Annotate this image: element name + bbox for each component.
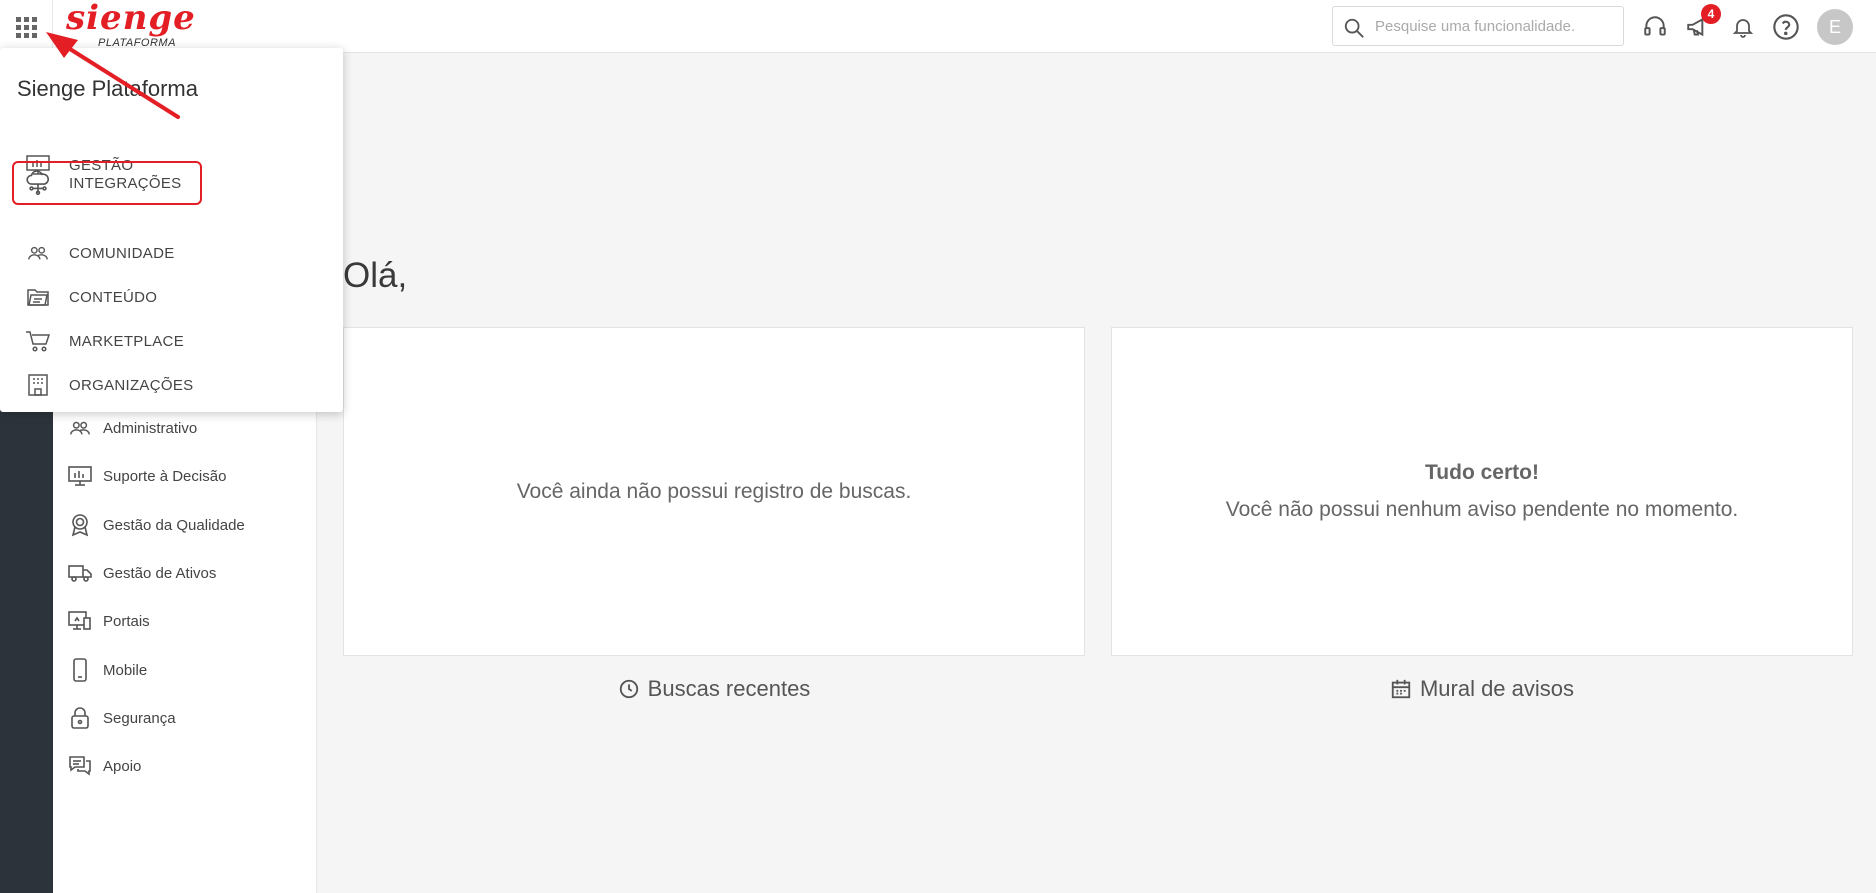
headset-icon[interactable] xyxy=(1640,12,1670,42)
sienge-logo[interactable]: sienge PLATAFORMA xyxy=(66,0,195,50)
menu-item-organizacoes[interactable]: ORGANIZAÇÕES xyxy=(14,363,204,407)
sidebar-item-administrativo[interactable]: Administrativo xyxy=(67,408,307,448)
logo-divider xyxy=(52,0,53,53)
search-input[interactable] xyxy=(1375,13,1615,39)
award-icon xyxy=(67,512,93,538)
user-avatar[interactable]: E xyxy=(1817,9,1853,45)
app-menu-popup: Sienge Plataforma GESTÃO INTEGRAÇÕES COM… xyxy=(0,48,343,412)
sidebar-item-label: Gestão de Ativos xyxy=(103,564,217,582)
menu-item-comunidade[interactable]: COMUNIDADE xyxy=(14,231,204,275)
sidebar-item-mobile[interactable]: Mobile xyxy=(67,650,307,690)
menu-item-label: MARKETPLACE xyxy=(69,332,184,350)
menu-item-label: INTEGRAÇÕES xyxy=(69,174,182,192)
sidebar-item-label: Segurança xyxy=(103,709,176,727)
recent-searches-card: Você ainda não possui registro de buscas… xyxy=(343,327,1085,656)
recent-searches-link[interactable]: Buscas recentes xyxy=(343,676,1085,702)
users-icon xyxy=(24,239,52,267)
notices-text: Você não possui nenhum aviso pendente no… xyxy=(1225,498,1739,521)
sidebar-item-label: Apoio xyxy=(103,757,142,775)
menu-item-marketplace[interactable]: MARKETPLACE xyxy=(14,319,204,363)
lock-icon xyxy=(67,705,93,731)
sidebar-item-label: Mobile xyxy=(103,661,148,679)
menu-item-label: CONTEÚDO xyxy=(69,288,158,306)
menu-item-label: ORGANIZAÇÕES xyxy=(69,376,194,394)
sidebar-item-seguranca[interactable]: Segurança xyxy=(67,698,307,738)
menu-item-conteudo[interactable]: CONTEÚDO xyxy=(14,275,204,319)
notices-link[interactable]: Mural de avisos xyxy=(1111,676,1853,702)
search-box[interactable] xyxy=(1332,6,1624,46)
sidebar-item-suporte-decisao[interactable]: Suporte à Decisão xyxy=(67,456,307,496)
recent-searches-label: Buscas recentes xyxy=(647,676,811,701)
top-bar: sienge PLATAFORMA 4 E xyxy=(0,0,1876,53)
mobile-icon xyxy=(67,657,93,683)
sidebar-item-label: Suporte à Decisão xyxy=(103,467,227,485)
sidebar-item-gestao-ativos[interactable]: Gestão de Ativos xyxy=(67,553,307,593)
users-icon xyxy=(67,415,93,441)
notices-card: Tudo certo! Você não possui nenhum aviso… xyxy=(1111,327,1853,656)
portal-icon xyxy=(67,608,93,634)
sidebar-item-portais[interactable]: Portais xyxy=(67,601,307,641)
cart-icon xyxy=(24,327,52,355)
calendar-icon xyxy=(1391,679,1411,699)
sidebar-item-label: Gestão da Qualidade xyxy=(103,516,245,534)
menu-item-integracoes[interactable]: INTEGRAÇÕES xyxy=(12,161,202,205)
app-menu-title: Sienge Plataforma xyxy=(17,76,198,101)
cloud-network-icon xyxy=(24,169,52,197)
folder-icon xyxy=(24,283,52,311)
notification-badge: 4 xyxy=(1701,4,1721,24)
sidebar-item-label: Portais xyxy=(103,612,150,630)
chat-icon xyxy=(67,753,93,779)
monitor-chart-icon xyxy=(67,463,93,489)
truck-icon xyxy=(67,560,93,586)
clock-icon xyxy=(619,679,638,699)
notices-label: Mural de avisos xyxy=(1419,676,1575,701)
sidebar-item-label: Administrativo xyxy=(103,419,198,437)
building-icon xyxy=(24,371,52,399)
bell-icon[interactable] xyxy=(1728,12,1758,42)
search-icon xyxy=(1344,18,1364,38)
recent-searches-empty-text: Você ainda não possui registro de buscas… xyxy=(516,480,912,503)
notices-title: Tudo certo! xyxy=(1425,461,1539,484)
greeting: Olá, xyxy=(343,256,408,295)
logo-text: sienge xyxy=(66,0,196,38)
sidebar-item-gestao-qualidade[interactable]: Gestão da Qualidade xyxy=(67,505,307,545)
apps-grid-icon[interactable] xyxy=(14,15,38,39)
menu-item-label: COMUNIDADE xyxy=(69,244,175,262)
help-icon[interactable] xyxy=(1771,12,1801,42)
sidebar-item-apoio[interactable]: Apoio xyxy=(67,746,307,786)
